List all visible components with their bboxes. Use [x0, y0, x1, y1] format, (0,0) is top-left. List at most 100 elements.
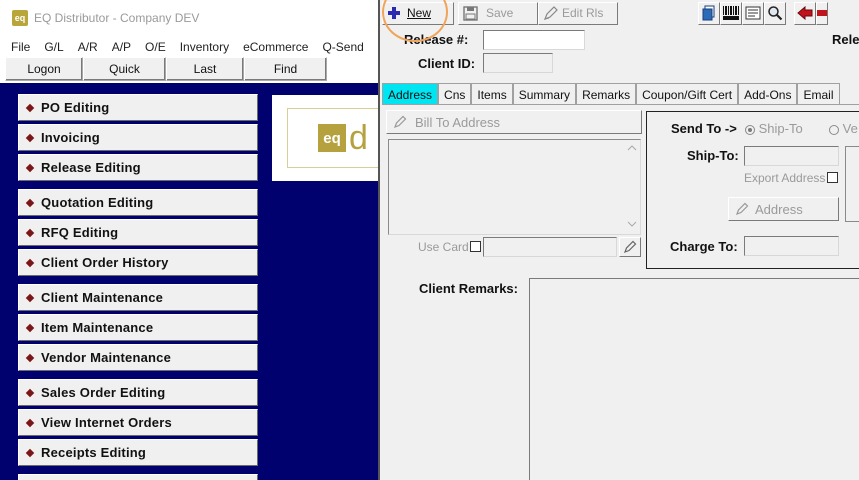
nav-label: Quotation Editing [41, 195, 154, 210]
logo-mark: eq [318, 124, 346, 152]
nav-label: Client Maintenance [41, 290, 164, 305]
tab-summary[interactable]: Summary [512, 83, 577, 105]
export-address-checkbox[interactable] [827, 172, 838, 183]
diamond-bullet-icon [25, 163, 35, 172]
nav-item-maintenance[interactable]: Item Maintenance [18, 314, 258, 341]
nav-label: Invoicing [41, 130, 100, 145]
bill-to-address-label: Bill To Address [415, 114, 501, 130]
nav-rfq-editing[interactable]: RFQ Editing [18, 219, 258, 246]
client-remarks-textarea[interactable] [529, 278, 859, 480]
bill-to-address-button[interactable]: Bill To Address [386, 110, 642, 134]
release-number-input[interactable] [483, 30, 585, 50]
nav-label: PO Editing [41, 100, 110, 115]
magnifier-icon[interactable] [764, 1, 786, 25]
release-toolbar: New Save Edit Rls [380, 0, 859, 26]
new-button[interactable]: New [382, 1, 454, 25]
client-id-label: Client ID: [418, 56, 476, 71]
ship-to-input[interactable] [744, 146, 839, 166]
diamond-bullet-icon [25, 198, 35, 207]
tab-email[interactable]: Email [797, 83, 840, 105]
diamond-bullet-icon [25, 103, 35, 112]
nav-sales-order-editing[interactable]: Sales Order Editing [18, 379, 258, 406]
ship-to-radio-option[interactable]: Ship-To [745, 121, 803, 136]
diamond-bullet-icon [25, 293, 35, 302]
nav-vendor-maintenance[interactable]: Vendor Maintenance [18, 344, 258, 371]
nav-invoicing[interactable]: Invoicing [18, 124, 258, 151]
charge-to-label: Charge To: [670, 239, 738, 254]
nav-view-internet-orders[interactable]: View Internet Orders [18, 409, 258, 436]
bill-to-address-box[interactable] [388, 139, 641, 235]
nav-quotation-editing[interactable]: Quotation Editing [18, 189, 258, 216]
save-button[interactable]: Save [458, 1, 538, 25]
client-id-input[interactable] [483, 53, 553, 73]
pencil-icon [623, 240, 637, 254]
menu-qsend[interactable]: Q-Send [322, 40, 363, 54]
use-card-checkbox[interactable] [470, 241, 481, 252]
save-label: Save [486, 6, 514, 20]
nav-label: Vendor Maintenance [41, 350, 172, 365]
menu-gl[interactable]: G/L [44, 40, 63, 54]
address-button-label: Address [755, 201, 803, 217]
menu-ap[interactable]: A/P [112, 40, 131, 54]
nav-receipts-editing[interactable]: Receipts Editing [18, 439, 258, 466]
menu-ecommerce[interactable]: eCommerce [243, 40, 308, 54]
logo-letter: d [349, 119, 368, 157]
company-logo: eq d [287, 108, 387, 168]
plus-icon [388, 7, 400, 19]
charge-to-input[interactable] [744, 236, 839, 256]
document-icon[interactable] [742, 1, 764, 25]
send-to-panel: Send To -> Ship-To Ve Ship-To: Export Ad… [646, 111, 859, 269]
arrow-right-icon[interactable] [816, 1, 828, 25]
logo-panel: eq d [272, 95, 387, 181]
use-card-edit-button[interactable] [619, 237, 641, 257]
tab-items[interactable]: Items [471, 83, 513, 105]
other-radio-option[interactable]: Ve [829, 121, 858, 136]
ship-to-label: Ship-To: [687, 148, 739, 163]
address-button[interactable]: Address [728, 197, 839, 221]
menu-inventory[interactable]: Inventory [180, 40, 229, 54]
diamond-bullet-icon [25, 388, 35, 397]
tab-coupon-gift-cert[interactable]: Coupon/Gift Cert [636, 83, 739, 105]
track-barcode-icon[interactable] [720, 1, 742, 25]
release-number-label: Release #: [404, 32, 469, 47]
find-button[interactable]: Find [244, 57, 327, 81]
diamond-bullet-icon [25, 448, 35, 457]
nav-release-editing[interactable]: Release Editing [18, 154, 258, 181]
diamond-bullet-icon [25, 418, 35, 427]
menu-oe[interactable]: O/E [145, 40, 166, 54]
edit-rls-label: Edit Rls [562, 6, 604, 20]
nav-item-partial[interactable] [18, 474, 258, 480]
main-window: eq EQ Distributor - Company DEV File G/L… [0, 0, 387, 480]
nav-client-order-history[interactable]: Client Order History [18, 249, 258, 276]
diamond-bullet-icon [25, 353, 35, 362]
radio-selected-icon [745, 124, 755, 135]
use-card-label: Use Card [418, 240, 469, 254]
app-icon: eq [12, 10, 28, 26]
tab-cns[interactable]: Cns [438, 83, 472, 105]
tab-add-ons[interactable]: Add-Ons [738, 83, 798, 105]
last-button[interactable]: Last [166, 57, 244, 81]
copy-icon[interactable] [698, 1, 720, 25]
pencil-icon [543, 5, 558, 20]
diamond-bullet-icon [25, 258, 35, 267]
edit-rls-button[interactable]: Edit Rls [538, 1, 618, 25]
menu-ar[interactable]: A/R [78, 40, 98, 54]
ship-to-address-box [845, 146, 859, 222]
nav-label: Item Maintenance [41, 320, 154, 335]
tab-address[interactable]: Address [382, 83, 439, 105]
logon-button[interactable]: Logon [5, 57, 83, 81]
menu-file[interactable]: File [11, 40, 30, 54]
nav-label: Release Editing [41, 160, 141, 175]
new-label: New [407, 6, 432, 20]
nav-client-maintenance[interactable]: Client Maintenance [18, 284, 258, 311]
quick-button[interactable]: Quick [83, 57, 166, 81]
nav-po-editing[interactable]: PO Editing [18, 94, 258, 121]
nav-label: RFQ Editing [41, 225, 119, 240]
tab-remarks[interactable]: Remarks [576, 83, 637, 105]
menu-bar: File G/L A/R A/P O/E Inventory eCommerce… [0, 38, 378, 56]
use-card-input[interactable] [483, 237, 617, 257]
vertical-scrollbar[interactable] [624, 140, 640, 234]
floppy-disk-icon [463, 5, 478, 21]
arrow-left-icon[interactable] [794, 1, 816, 25]
nav-label: View Internet Orders [41, 415, 172, 430]
